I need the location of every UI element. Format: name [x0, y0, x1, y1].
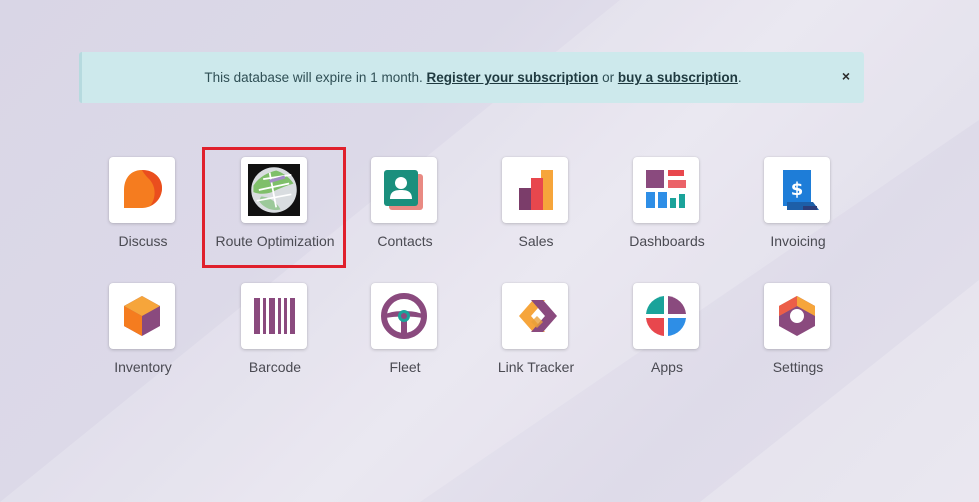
svg-text:$: $ [791, 179, 804, 200]
register-subscription-link[interactable]: Register your subscription [427, 70, 599, 85]
alert-or-text: or [602, 70, 615, 85]
app-label: Inventory [114, 359, 172, 375]
app-label: Contacts [377, 233, 433, 249]
app-label: Apps [651, 359, 683, 375]
apps-icon [633, 283, 699, 349]
app-label: Route Optimization [215, 233, 335, 249]
invoicing-icon: $ [764, 157, 830, 223]
contacts-icon [371, 157, 437, 223]
app-label: Link Tracker [497, 359, 575, 375]
link-tracker-icon [502, 283, 568, 349]
app-dashboards[interactable]: Dashboards [597, 153, 737, 265]
inventory-icon [109, 283, 175, 349]
sales-icon [502, 157, 568, 223]
app-route-optimization[interactable]: Route Optimization [205, 153, 345, 265]
app-label: Discuss [118, 233, 168, 249]
route-optimization-icon [241, 157, 307, 223]
app-label: Fleet [389, 359, 421, 375]
alert-period: . [737, 70, 742, 85]
app-settings[interactable]: Settings [728, 279, 868, 391]
app-barcode[interactable]: Barcode [205, 279, 345, 391]
app-label: Settings [772, 359, 824, 375]
app-label: Dashboards [629, 233, 705, 249]
app-inventory[interactable]: Inventory [73, 279, 213, 391]
app-contacts[interactable]: Contacts [335, 153, 475, 265]
app-invoicing[interactable]: $ Invoicing [728, 153, 868, 265]
app-link-tracker[interactable]: Link Tracker [466, 279, 606, 391]
fleet-icon [371, 283, 437, 349]
app-label: Barcode [248, 359, 302, 375]
app-label: Invoicing [770, 233, 826, 249]
barcode-icon [241, 283, 307, 349]
subscription-alert: This database will expire in 1 month. Re… [79, 52, 864, 103]
alert-text: This database will expire in 1 month. [204, 70, 423, 85]
buy-subscription-link[interactable]: buy a subscription [618, 70, 738, 85]
app-apps[interactable]: Apps [597, 279, 737, 391]
app-sales[interactable]: Sales [466, 153, 606, 265]
discuss-icon [109, 157, 175, 223]
app-label: Sales [518, 233, 554, 249]
dashboards-icon [633, 157, 699, 223]
app-discuss[interactable]: Discuss [73, 153, 213, 265]
app-fleet[interactable]: Fleet [335, 279, 475, 391]
settings-icon [764, 283, 830, 349]
close-icon[interactable]: × [842, 68, 850, 84]
